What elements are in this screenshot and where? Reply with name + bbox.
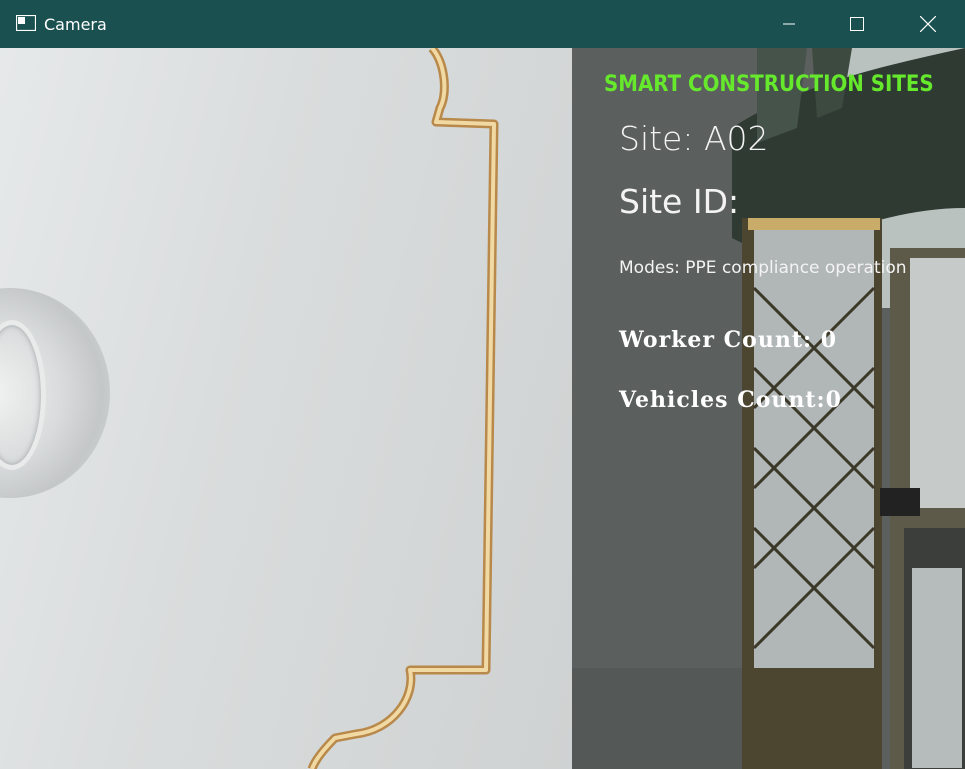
camera-app-icon [16,15,36,31]
worker-count-label: Worker Count: 0 [619,327,838,353]
site-id-label: Site ID: [619,182,740,221]
close-icon [920,16,936,32]
minimize-button[interactable] [754,0,824,48]
minimize-icon [783,23,795,25]
site-label: Site: A02 [619,119,769,158]
hud-heading: SMART CONSTRUCTION SITES [604,72,934,97]
close-button[interactable] [893,0,963,48]
modes-label: Modes: PPE compliance operation [619,258,907,278]
window-title: Camera [44,15,107,34]
maximize-button[interactable] [822,0,892,48]
window-titlebar[interactable]: Camera [0,0,965,48]
wall-moulding [307,48,499,769]
vehicles-count-label: Vehicles Count:0 [619,387,842,413]
maximize-icon [850,17,864,31]
